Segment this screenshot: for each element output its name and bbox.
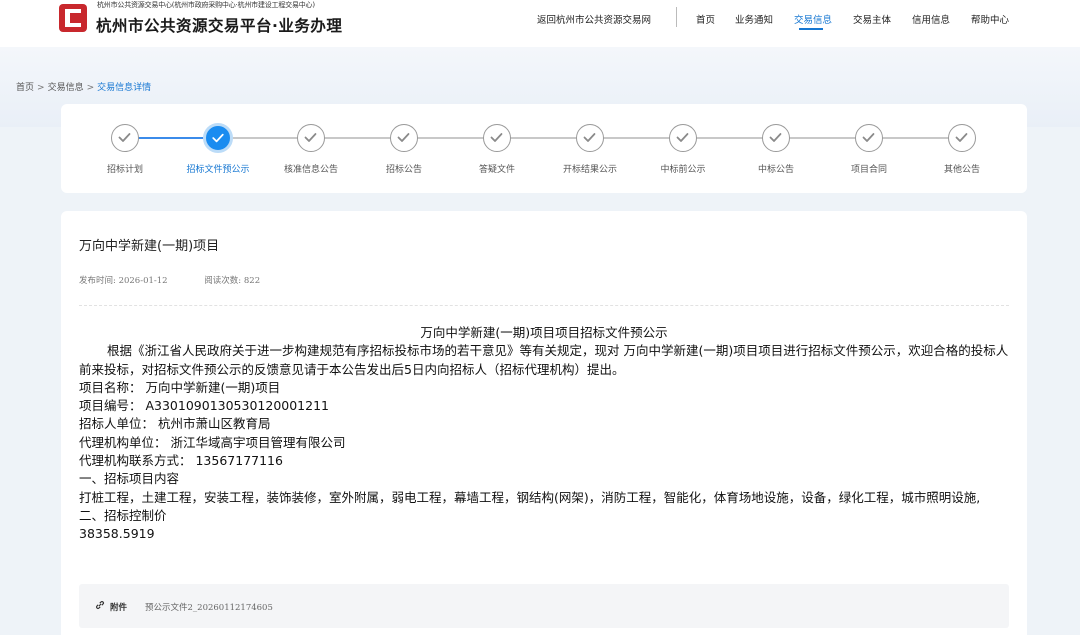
project-name: 项目名称： 万向中学新建(一期)项目 <box>79 379 281 395</box>
process-steps: 招标计划 招标文件预公示 核准信息公告 招标公告 答疑文件 开标结果公示 中标前公示 中标公告… <box>61 104 1027 193</box>
check-icon <box>304 133 317 142</box>
step-label: 中标前公示 <box>660 165 706 175</box>
article-meta: 发布时间: 2026-01-12 阅读次数: 822 <box>79 274 260 286</box>
section-price-title: 二、招标控制价 <box>79 507 167 523</box>
step-label: 中标公告 <box>757 165 794 175</box>
nav-home[interactable]: 首页 <box>696 12 715 26</box>
step-circle <box>111 124 139 152</box>
step-prenotice[interactable]: 招标文件预公示 <box>173 104 263 193</box>
step-circle <box>855 124 883 152</box>
top-header: 杭州市公共资源交易中心(杭州市政府采购中心·杭州市建设工程交易中心) 杭州市公共… <box>0 0 1080 47</box>
agency: 代理机构单位： 浙江华域高宇项目管理有限公司 <box>79 434 346 450</box>
attachment-label: 附件 <box>110 603 128 613</box>
step-award[interactable]: 中标公告 <box>731 104 821 193</box>
step-circle <box>483 124 511 152</box>
step-circle <box>948 124 976 152</box>
check-icon <box>490 133 503 142</box>
section-content-title: 一、招标项目内容 <box>79 471 180 487</box>
check-icon <box>212 133 224 143</box>
step-label: 答疑文件 <box>478 165 515 175</box>
nav-trade-subject[interactable]: 交易主体 <box>853 12 891 26</box>
step-label: 其他公告 <box>943 165 980 175</box>
attachment-file-link[interactable]: 预公示文件2_20260112174605 <box>145 601 273 613</box>
notice-heading: 万向中学新建(一期)项目项目招标文件预公示 <box>420 325 668 340</box>
publish-label: 发布时间: <box>79 276 116 286</box>
step-label: 开标结果公示 <box>562 165 617 175</box>
nav-trade-info[interactable]: 交易信息 <box>794 12 832 26</box>
article-card: 万向中学新建(一期)项目 发布时间: 2026-01-12 阅读次数: 822 … <box>61 211 1027 635</box>
step-other[interactable]: 其他公告 <box>917 104 1007 193</box>
step-label: 招标公告 <box>385 165 422 175</box>
nav-credit-info[interactable]: 信用信息 <box>912 12 950 26</box>
step-plan[interactable]: 招标计划 <box>80 104 170 193</box>
link-icon <box>96 601 104 609</box>
step-label: 核准信息公告 <box>283 165 338 175</box>
breadcrumb: 首页 > 交易信息 > 交易信息详情 <box>16 80 151 93</box>
check-icon <box>118 133 131 142</box>
publish-date: 2026-01-12 <box>118 276 168 286</box>
step-label: 招标计划 <box>106 165 143 175</box>
step-approval[interactable]: 核准信息公告 <box>266 104 356 193</box>
step-circle <box>762 124 790 152</box>
views-label: 阅读次数: <box>204 276 242 286</box>
step-pre-award[interactable]: 中标前公示 <box>638 104 728 193</box>
step-contract[interactable]: 项目合同 <box>824 104 914 193</box>
check-icon <box>955 133 968 142</box>
attachment-box: 附件 预公示文件2_20260112174605 <box>79 584 1009 628</box>
section-content-body: 打桩工程，土建工程，安装工程，装饰装修，室外附属，弱电工程，幕墙工程，钢结构(网… <box>79 489 981 505</box>
step-bid-open[interactable]: 开标结果公示 <box>545 104 635 193</box>
check-icon <box>583 133 596 142</box>
breadcrumb-home[interactable]: 首页 <box>16 83 34 93</box>
control-price: 38358.5919 <box>79 526 155 542</box>
org-line: 杭州市公共资源交易中心(杭州市政府采购中心·杭州市建设工程交易中心) <box>97 1 315 9</box>
step-tender-notice[interactable]: 招标公告 <box>359 104 449 193</box>
article-body: 万向中学新建(一期)项目项目招标文件预公示 根据《浙江省人民政府关于进一步构建规… <box>79 324 1009 544</box>
notice-intro: 根据《浙江省人民政府关于进一步构建规范有序招标投标市场的若干意见》等有关规定，现… <box>79 343 1009 377</box>
article-title: 万向中学新建(一期)项目 <box>79 239 220 254</box>
check-icon <box>862 133 875 142</box>
breadcrumb-trade-info[interactable]: 交易信息 <box>48 83 84 93</box>
step-label: 项目合同 <box>850 165 887 175</box>
check-icon <box>769 133 782 142</box>
nav-active-indicator <box>799 28 823 30</box>
top-nav: 返回杭州市公共资源交易网 首页 业务通知 交易信息 交易主体 信用信息 帮助中心 <box>0 12 1080 32</box>
back-to-portal-link[interactable]: 返回杭州市公共资源交易网 <box>537 12 651 26</box>
step-circle <box>390 124 418 152</box>
breadcrumb-separator: > <box>86 83 95 93</box>
nav-divider <box>676 7 677 27</box>
views-count: 822 <box>243 276 261 286</box>
tenderer: 招标人单位： 杭州市萧山区教育局 <box>79 416 271 432</box>
divider <box>79 305 1009 306</box>
agency-contact: 代理机构联系方式： 13567177116 <box>79 453 283 469</box>
step-label: 招标文件预公示 <box>186 165 250 175</box>
breadcrumb-current: 交易信息详情 <box>97 83 152 93</box>
check-icon <box>676 133 689 142</box>
check-icon <box>397 133 410 142</box>
step-circle <box>203 123 233 153</box>
breadcrumb-separator: > <box>37 83 45 93</box>
step-circle <box>297 124 325 152</box>
step-circle <box>669 124 697 152</box>
step-qa[interactable]: 答疑文件 <box>452 104 542 193</box>
step-circle <box>576 124 604 152</box>
nav-business-notice[interactable]: 业务通知 <box>735 12 773 26</box>
project-code: 项目编号： A3301090130530120001211 <box>79 398 329 414</box>
nav-help-center[interactable]: 帮助中心 <box>971 12 1009 26</box>
